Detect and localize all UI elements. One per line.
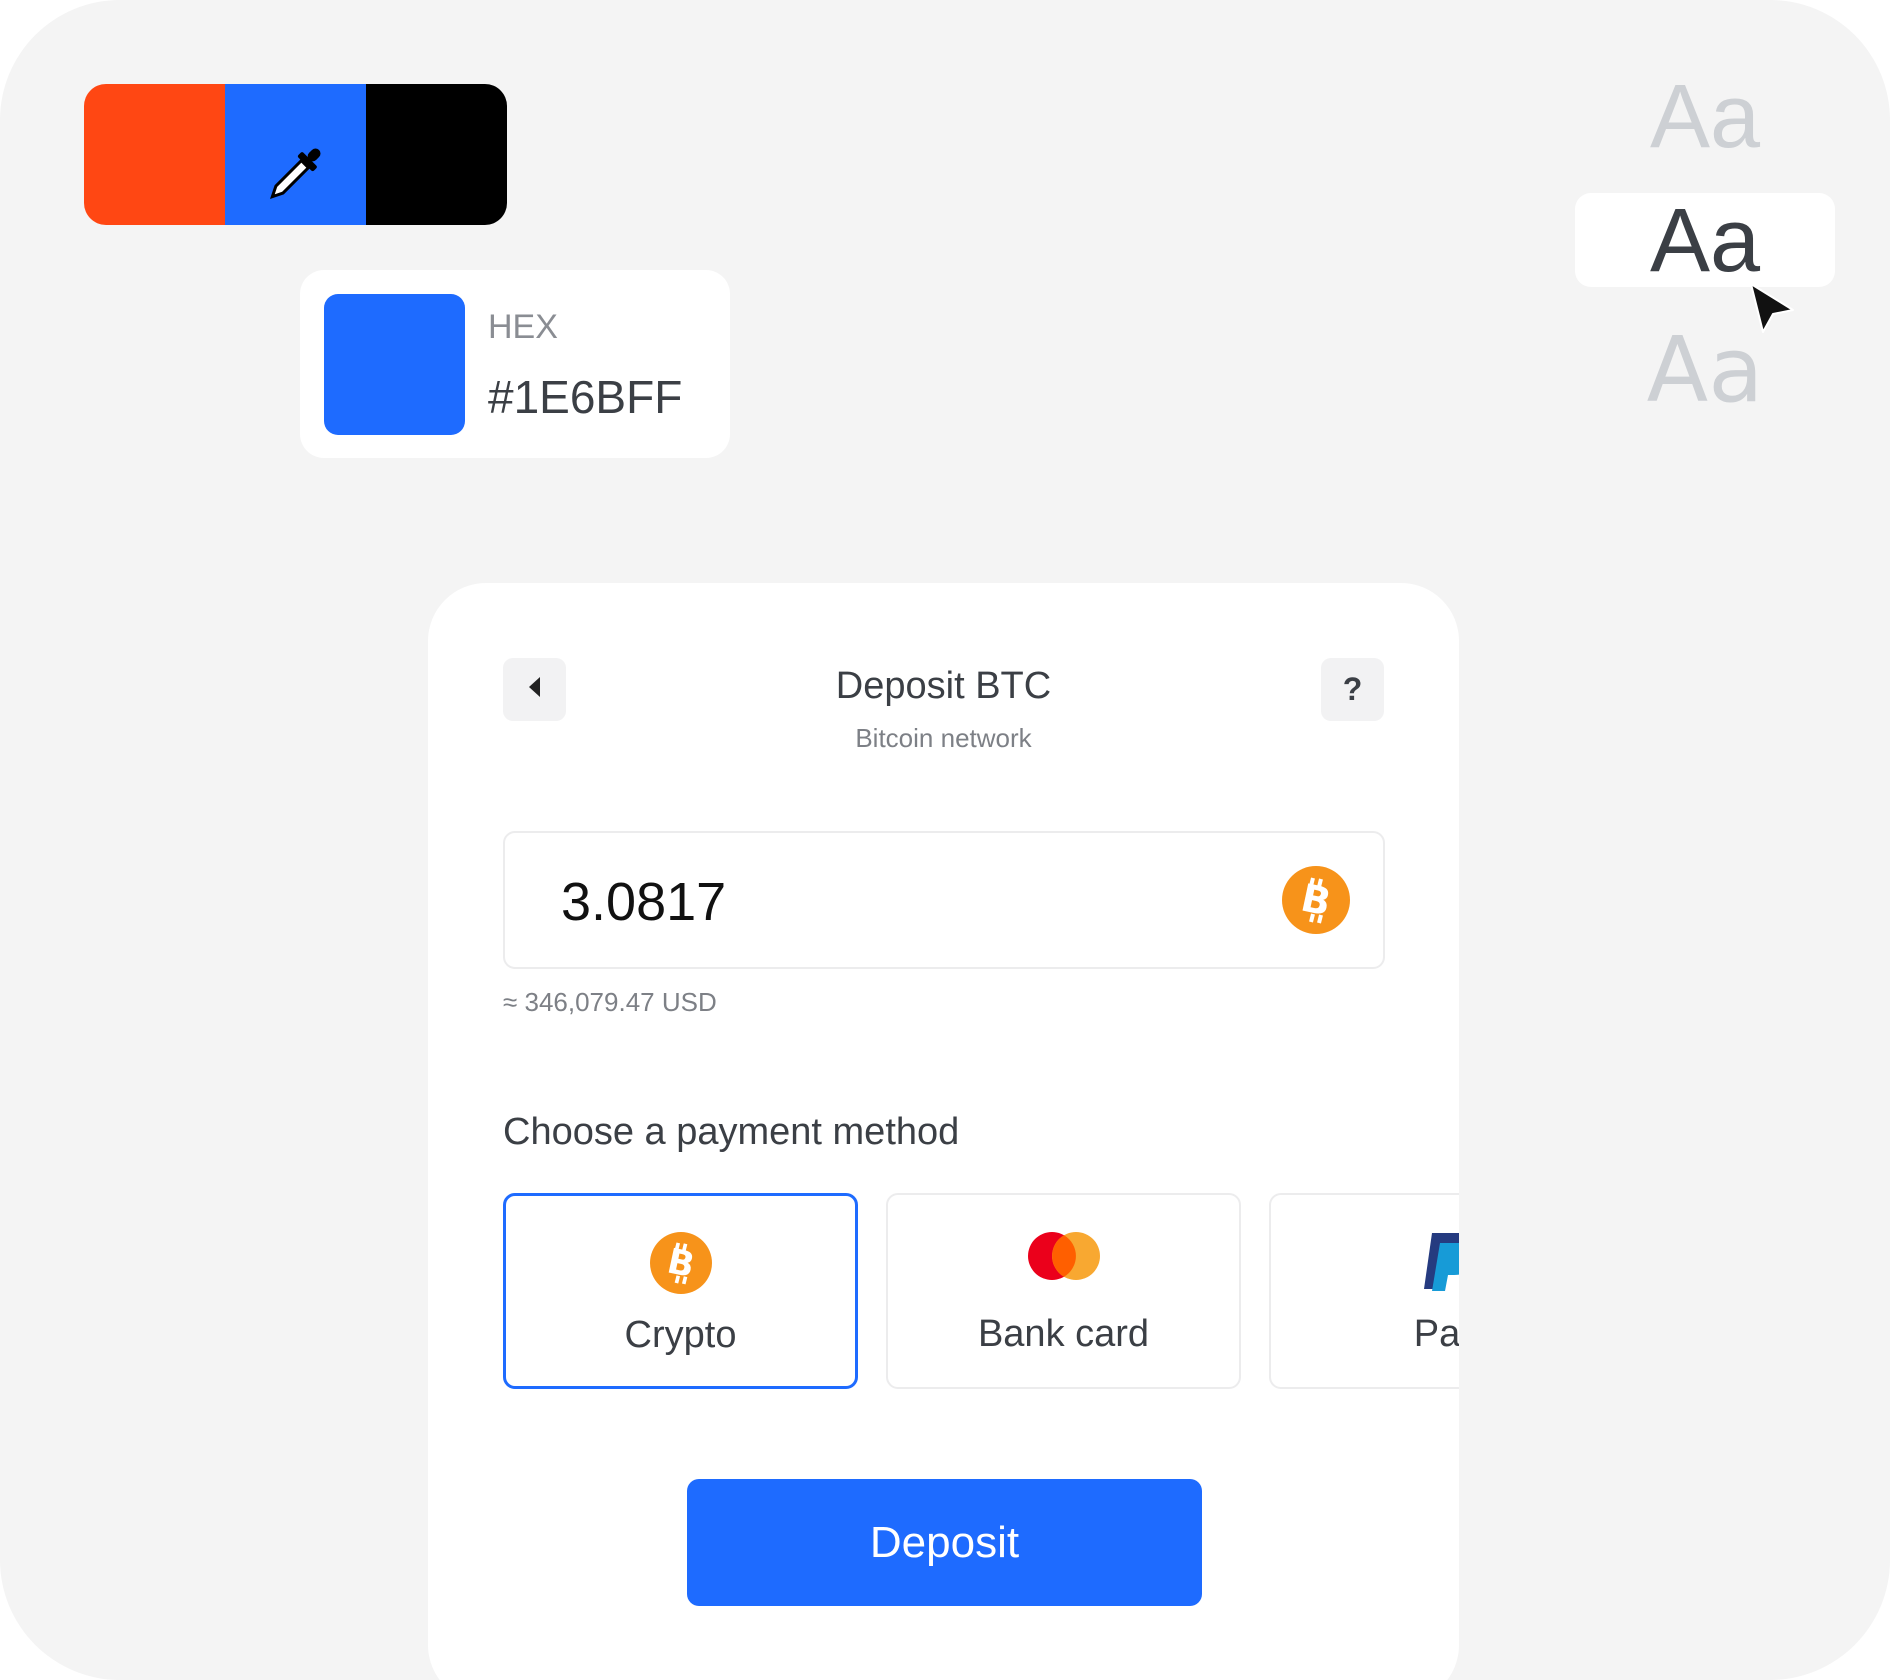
payment-option-label: Crypto: [624, 1314, 737, 1356]
mastercard-icon: [1025, 1231, 1103, 1286]
amount-input[interactable]: 3.0817 B: [503, 831, 1385, 969]
bitcoin-icon: B: [649, 1232, 712, 1299]
font-option-light[interactable]: Aa: [1575, 66, 1835, 169]
app-frame: HEX #1E6BFF Aa Aa Aa Deposit BTC Bitcoin…: [0, 0, 1890, 1680]
payment-option-bank-card[interactable]: Bank card: [886, 1193, 1241, 1389]
hex-label: HEX: [488, 308, 558, 346]
hex-value[interactable]: #1E6BFF: [488, 370, 682, 424]
usd-equivalent: ≈ 346,079.47 USD: [503, 987, 717, 1017]
deposit-button[interactable]: Deposit: [687, 1479, 1202, 1606]
amount-value[interactable]: 3.0817: [561, 871, 726, 933]
payment-option-label: Bank card: [977, 1313, 1150, 1355]
payment-method-heading: Choose a payment method: [503, 1111, 960, 1153]
payment-option-crypto[interactable]: B Crypto: [503, 1193, 858, 1389]
pointer-cursor-icon: [1745, 280, 1805, 345]
payment-option-label: Pay: [1413, 1313, 1459, 1355]
payment-option-paypal[interactable]: Pay: [1269, 1193, 1459, 1389]
bitcoin-icon: B: [1282, 866, 1350, 939]
color-palette: [84, 84, 507, 225]
swatch-black[interactable]: [366, 84, 507, 225]
deposit-card: Deposit BTC Bitcoin network ? 3.0817 B ≈…: [428, 583, 1459, 1680]
help-button[interactable]: ?: [1321, 658, 1384, 721]
font-option-selected[interactable]: Aa: [1575, 190, 1835, 293]
color-sample: [324, 294, 465, 435]
page-subtitle: Bitcoin network: [855, 723, 1032, 753]
page-title: Deposit BTC: [835, 665, 1052, 707]
swatch-orange[interactable]: [84, 84, 225, 225]
swatch-blue[interactable]: [225, 84, 366, 225]
color-hex-card: HEX #1E6BFF: [300, 270, 730, 458]
paypal-icon: [1412, 1231, 1459, 1298]
eyedropper-icon[interactable]: [255, 134, 335, 219]
